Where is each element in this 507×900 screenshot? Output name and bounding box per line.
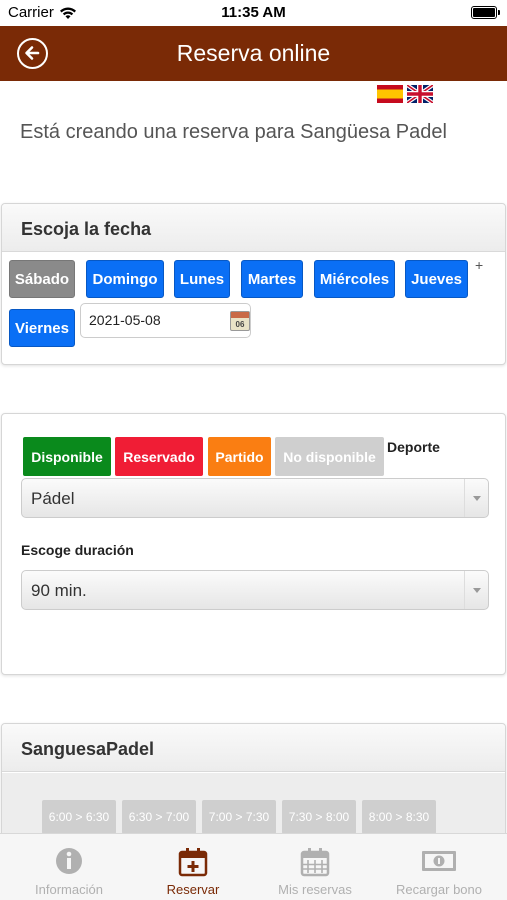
calendar-add-icon — [130, 847, 256, 877]
tab-label: Mis reservas — [278, 882, 352, 897]
club-title: SanguesaPadel — [2, 724, 505, 772]
sport-card: Disponible Reservado Partido No disponib… — [1, 413, 506, 675]
date-card: Escoja la fecha Sábado Domingo Lunes Mar… — [1, 203, 506, 365]
day-button-viernes[interactable]: Viernes — [9, 309, 75, 347]
date-value: 2021-05-08 — [89, 312, 161, 328]
chevron-down-icon — [464, 571, 488, 609]
legend-disponible: Disponible — [23, 437, 111, 476]
legend-no-disponible: No disponible — [275, 437, 384, 476]
day-button-sabado[interactable]: Sábado — [9, 260, 75, 298]
app-header: Reserva online — [0, 26, 507, 81]
intro-text: Está creando una reserva para Sangüesa P… — [20, 121, 447, 143]
date-card-title: Escoja la fecha — [2, 204, 505, 252]
day-button-lunes[interactable]: Lunes — [174, 260, 230, 298]
time-slot[interactable]: 6:00 > 6:30 — [42, 800, 116, 834]
battery-icon — [471, 6, 500, 19]
more-days-mark: + — [475, 257, 484, 273]
tab-reservar[interactable]: Reservar — [130, 834, 256, 900]
calendar-icon-day: 06 — [235, 320, 245, 329]
calendar-icon[interactable]: 06 — [230, 311, 250, 331]
duration-label: Escoge duración — [21, 542, 134, 558]
page-title: Reserva online — [176, 40, 331, 66]
tab-label: Información — [35, 882, 103, 897]
calendar-grid-icon — [252, 847, 378, 877]
time-slot[interactable]: 8:00 > 8:30 — [362, 800, 436, 834]
status-time: 11:35 AM — [221, 4, 286, 21]
legend-partido: Partido — [208, 437, 271, 476]
tab-informacion[interactable]: Información — [6, 834, 132, 900]
day-button-miercoles[interactable]: Miércoles — [314, 260, 395, 298]
time-slot[interactable]: 7:30 > 8:00 — [282, 800, 356, 834]
duration-select-value: 90 min. — [31, 581, 87, 600]
time-slot[interactable]: 6:30 > 7:00 — [122, 800, 196, 834]
legend-reservado: Reservado — [115, 437, 203, 476]
day-button-jueves[interactable]: Jueves — [405, 260, 468, 298]
tab-recargar-bono[interactable]: Recargar bono — [376, 834, 502, 900]
info-icon — [6, 847, 132, 877]
tab-mis-reservas[interactable]: Mis reservas — [252, 834, 378, 900]
tab-label: Reservar — [166, 882, 220, 897]
sport-select-value: Pádel — [31, 489, 75, 508]
sport-select[interactable]: Pádel — [21, 478, 489, 518]
money-icon — [376, 847, 502, 877]
language-selector — [377, 85, 433, 103]
day-button-martes[interactable]: Martes — [241, 260, 303, 298]
time-slot[interactable]: 7:00 > 7:30 — [202, 800, 276, 834]
sport-label: Deporte — [387, 439, 440, 455]
status-bar: Carrier 11:35 AM — [0, 0, 507, 26]
uk-flag-icon[interactable] — [407, 85, 433, 103]
chevron-down-icon — [464, 479, 488, 517]
spanish-flag-icon[interactable] — [377, 85, 403, 103]
duration-select[interactable]: 90 min. — [21, 570, 489, 610]
day-button-domingo[interactable]: Domingo — [86, 260, 164, 298]
date-input[interactable]: 2021-05-08 06 — [80, 303, 251, 338]
tab-label: Recargar bono — [396, 882, 482, 897]
tab-bar: Información Reservar Mis reservas Recarg… — [0, 833, 507, 900]
